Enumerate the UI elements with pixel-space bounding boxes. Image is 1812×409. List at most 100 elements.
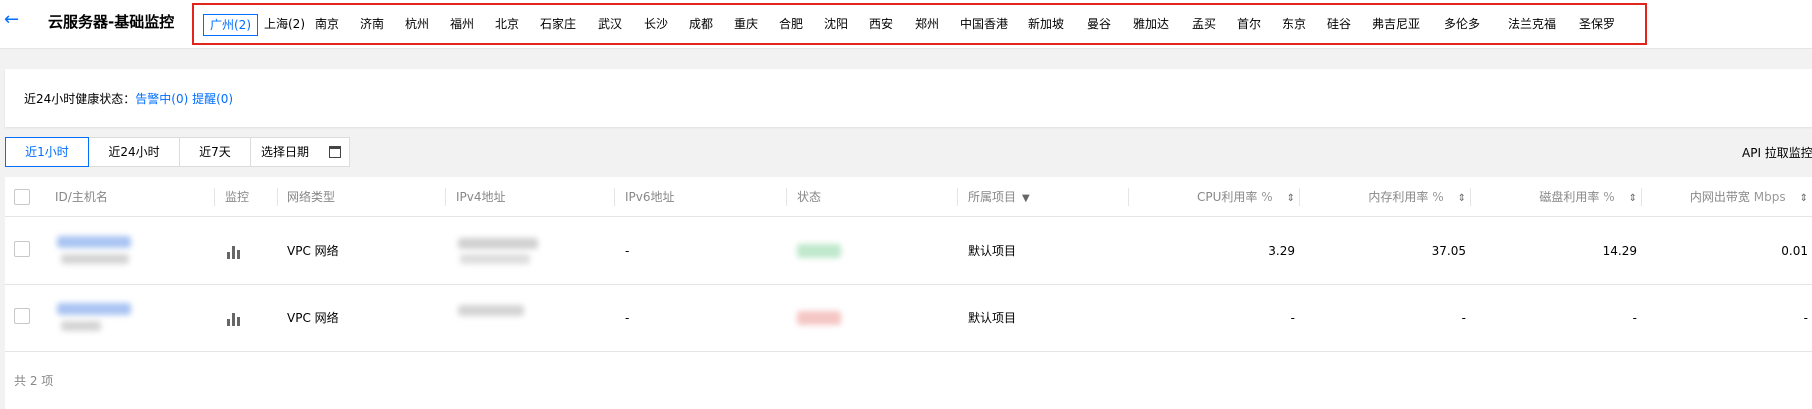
sort-icon[interactable]: ⇕ xyxy=(1458,179,1466,219)
column-disk[interactable]: 磁盘利用率 % ⇕ xyxy=(1481,177,1637,217)
sort-icon[interactable]: ⇕ xyxy=(1287,179,1295,219)
project-name: 默认项目 xyxy=(968,311,1017,325)
column-divider xyxy=(957,188,958,206)
region-tab-mumbai[interactable]: 孟买 xyxy=(1192,14,1216,36)
region-tab-chengdu[interactable]: 成都 xyxy=(689,14,713,36)
region-tab-changsha[interactable]: 长沙 xyxy=(644,14,668,36)
region-tab-silicon-valley[interactable]: 硅谷 xyxy=(1327,14,1351,36)
total-count: 共 2 项 xyxy=(14,374,54,388)
region-tab-shijiazhuang[interactable]: 石家庄 xyxy=(540,14,576,36)
time-1h-button[interactable]: 近1小时 xyxy=(5,137,89,167)
network-type: VPC 网络 xyxy=(287,244,339,258)
ipv6-address: - xyxy=(625,244,630,258)
date-picker-label: 选择日期 xyxy=(261,145,310,159)
arrow-left-icon[interactable]: ← xyxy=(4,10,22,30)
region-tab-hongkong[interactable]: 中国香港 xyxy=(960,14,1008,36)
region-tab-beijing[interactable]: 北京 xyxy=(495,14,519,36)
instance-id-link[interactable] xyxy=(57,303,131,315)
region-tab-guangzhou[interactable]: 广州(2) xyxy=(203,14,258,36)
time-24h-button[interactable]: 近24小时 xyxy=(88,137,180,167)
column-cpu-unit: % xyxy=(1261,190,1273,204)
region-tab-chongqing[interactable]: 重庆 xyxy=(734,14,758,36)
region-tab-virginia[interactable]: 弗吉尼亚 xyxy=(1372,14,1420,36)
region-tab-hefei[interactable]: 合肥 xyxy=(779,14,803,36)
column-bandwidth[interactable]: 内网出带宽 Mbps ⇕ xyxy=(1652,177,1808,217)
table-row: VPC 网络 - 默认项目 - - - - xyxy=(5,285,1812,352)
api-pull-monitor-link[interactable]: API 拉取监控 xyxy=(1742,144,1812,161)
column-memory[interactable]: 内存利用率 % ⇕ xyxy=(1310,177,1466,217)
column-bandwidth-unit: Mbps xyxy=(1753,190,1786,204)
bandwidth-value: 0.01 xyxy=(1781,244,1808,258)
disk-value: - xyxy=(1632,311,1637,325)
column-id: ID/主机名 xyxy=(55,190,108,204)
date-picker[interactable]: 选择日期 xyxy=(250,137,350,167)
instance-name xyxy=(61,321,101,331)
region-tab-toronto[interactable]: 多伦多 xyxy=(1444,14,1480,36)
column-project-label: 所属项目 xyxy=(968,190,1017,204)
region-tab-hangzhou[interactable]: 杭州 xyxy=(405,14,429,36)
column-status: 状态 xyxy=(797,190,822,204)
column-divider xyxy=(1641,188,1642,206)
status-badge xyxy=(797,244,841,258)
cpu-value: 3.29 xyxy=(1268,244,1295,258)
region-tab-nanjing[interactable]: 南京 xyxy=(315,14,339,36)
region-tab-singapore[interactable]: 新加坡 xyxy=(1028,14,1064,36)
row-checkbox[interactable] xyxy=(14,241,30,257)
project-name: 默认项目 xyxy=(968,244,1017,258)
region-tab-bangkok[interactable]: 曼谷 xyxy=(1087,14,1111,36)
region-tab-fuzhou[interactable]: 福州 xyxy=(450,14,474,36)
select-all-checkbox[interactable] xyxy=(14,189,30,205)
health-status-label: 近24小时健康状态： xyxy=(24,92,136,106)
region-tab-xian[interactable]: 西安 xyxy=(869,14,893,36)
region-tab-shenyang[interactable]: 沈阳 xyxy=(824,14,848,36)
region-tab-zhengzhou[interactable]: 郑州 xyxy=(915,14,939,36)
region-tab-wuhan[interactable]: 武汉 xyxy=(598,14,622,36)
region-tab-seoul[interactable]: 首尔 xyxy=(1237,14,1261,36)
column-divider xyxy=(277,188,278,206)
filter-icon[interactable]: ▼ xyxy=(1022,179,1030,219)
region-tab-tokyo[interactable]: 东京 xyxy=(1282,14,1306,36)
health-status-panel: 近24小时健康状态：告警中(0) 提醒(0) xyxy=(5,69,1812,127)
memory-value: - xyxy=(1461,311,1466,325)
memory-value: 37.05 xyxy=(1431,244,1466,258)
top-bar: ← 云服务器-基础监控 广州(2) 上海(2) 南京 济南 杭州 福州 北京 石… xyxy=(0,0,1812,49)
bar-chart-icon[interactable] xyxy=(227,312,241,326)
ipv4-address xyxy=(458,238,538,249)
region-tab-frankfurt[interactable]: 法兰克福 xyxy=(1508,14,1556,36)
ipv4-address-secondary xyxy=(460,254,530,264)
reminder-link[interactable]: 提醒(0) xyxy=(192,92,233,106)
page-title: 云服务器-基础监控 xyxy=(48,13,175,31)
ipv6-address: - xyxy=(625,311,630,325)
region-tab-jinan[interactable]: 济南 xyxy=(360,14,384,36)
time-7d-button[interactable]: 近7天 xyxy=(179,137,251,167)
alarm-link[interactable]: 告警中(0) xyxy=(135,92,188,106)
instance-id-link[interactable] xyxy=(57,236,131,248)
bar-chart-icon[interactable] xyxy=(227,245,241,259)
column-cpu[interactable]: CPU利用率 % ⇕ xyxy=(1139,177,1295,217)
column-memory-unit: % xyxy=(1432,190,1444,204)
region-tab-shanghai[interactable]: 上海(2) xyxy=(264,14,305,36)
column-divider xyxy=(214,188,215,206)
column-memory-label: 内存利用率 xyxy=(1368,190,1429,204)
network-type: VPC 网络 xyxy=(287,311,339,325)
sort-icon[interactable]: ⇕ xyxy=(1800,179,1808,219)
column-divider xyxy=(614,188,615,206)
column-ipv6: IPv6地址 xyxy=(625,190,675,204)
column-divider xyxy=(786,188,787,206)
status-badge xyxy=(797,311,841,325)
column-cpu-label: CPU利用率 xyxy=(1196,190,1258,204)
column-monitor: 监控 xyxy=(225,190,250,204)
ipv4-address xyxy=(458,305,524,316)
region-tab-jakarta[interactable]: 雅加达 xyxy=(1133,14,1169,36)
row-checkbox[interactable] xyxy=(14,308,30,324)
region-tab-sao-paulo[interactable]: 圣保罗 xyxy=(1579,14,1615,36)
table-header: ID/主机名 监控 网络类型 IPv4地址 IPv6地址 状态 所属项目 ▼ CP… xyxy=(5,177,1812,217)
region-selector: 广州(2) 上海(2) 南京 济南 杭州 福州 北京 石家庄 武汉 长沙 成都 … xyxy=(192,3,1647,45)
instance-name xyxy=(61,254,129,264)
instance-table: ID/主机名 监控 网络类型 IPv4地址 IPv6地址 状态 所属项目 ▼ CP… xyxy=(5,177,1812,409)
sort-icon[interactable]: ⇕ xyxy=(1629,179,1637,219)
column-divider xyxy=(1470,188,1471,206)
column-disk-unit: % xyxy=(1603,190,1615,204)
column-ipv4: IPv4地址 xyxy=(456,190,506,204)
column-project[interactable]: 所属项目 ▼ xyxy=(968,177,1030,217)
